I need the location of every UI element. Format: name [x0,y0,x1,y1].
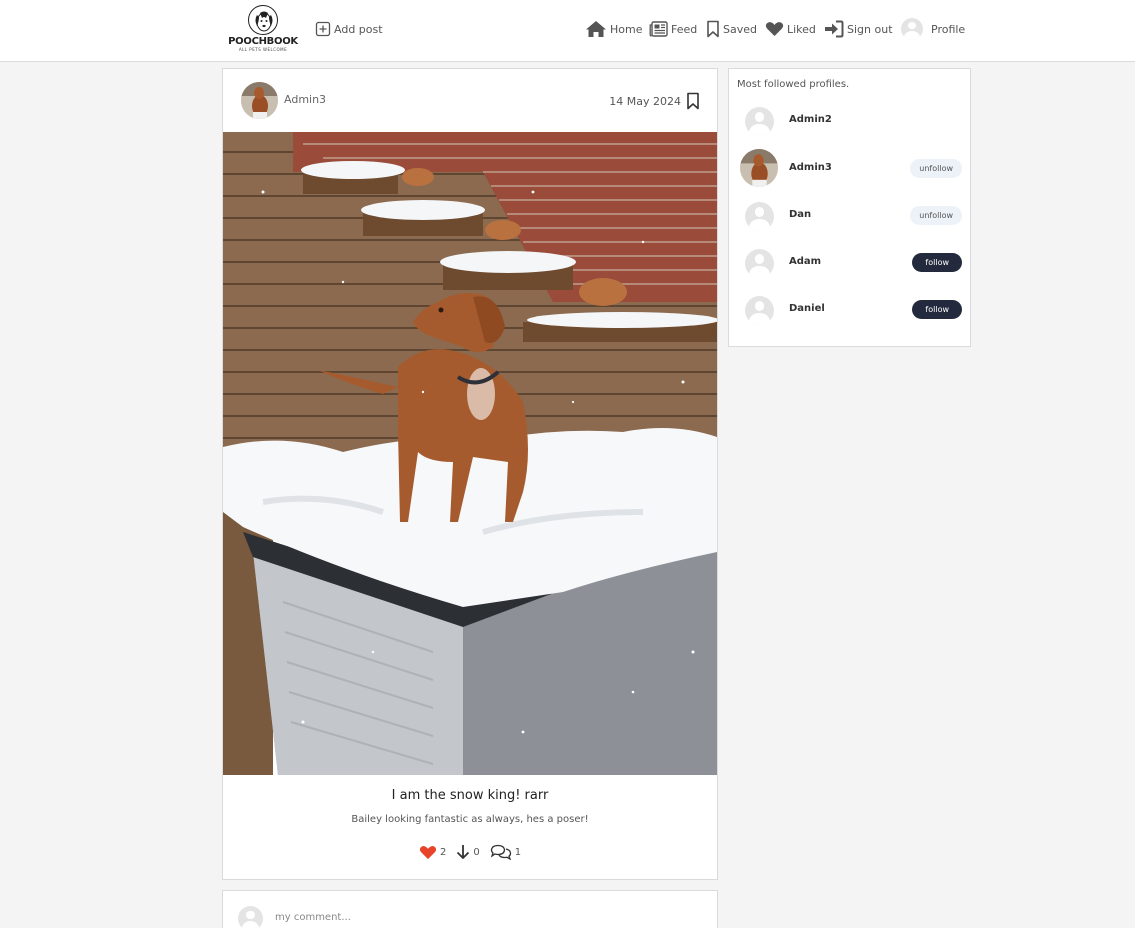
profile-avatar[interactable] [740,149,778,187]
downvotes-count: 0 [473,846,480,858]
profile-name[interactable]: Daniel [789,303,825,314]
post-card: Admin3 14 May 2024 I am the snow king! r… [222,68,718,880]
arrow-down-icon [457,845,470,859]
heart-icon [765,22,784,36]
unfollow-button[interactable]: unfollow [910,159,962,178]
downvote-button[interactable]: 0 [456,844,480,860]
newspaper-icon [649,21,668,37]
nav-liked-label: Liked [787,22,816,36]
home-icon [586,21,606,37]
follow-button[interactable]: follow [912,253,962,272]
profile-name[interactable]: Dan [789,209,811,220]
profile-avatar[interactable] [745,107,774,136]
profile-avatar[interactable] [745,296,774,325]
plus-square-icon [315,21,331,37]
post-date: 14 May 2024 [609,95,681,108]
nav-saved-label: Saved [723,22,757,36]
nav-home[interactable]: Home [585,18,642,40]
post-title: I am the snow king! rarr [391,788,549,803]
nav-sign-out[interactable]: Sign out [824,18,893,40]
profile-row: Dan unfollow [729,196,970,236]
nav-add-post-label: Add post [334,22,383,36]
comments-icon [490,844,511,860]
nav-profile-label: Profile [931,22,966,36]
likes-count: 2 [439,846,447,858]
nav-home-label: Home [610,22,643,36]
post-owner-name[interactable]: Admin3 [284,93,326,106]
most-followed-profiles: Most followed profiles. Admin2 Admin3 un… [728,68,971,347]
profile-avatar[interactable] [745,249,774,278]
nav-feed[interactable]: Feed [649,18,697,40]
profile-name[interactable]: Admin2 [789,114,832,125]
heart-icon [419,845,437,859]
bookmark-icon[interactable] [686,92,700,110]
bookmark-icon [707,20,719,38]
post-owner-avatar[interactable] [241,82,278,119]
profile-name[interactable]: Adam [789,256,821,267]
profile-row: Admin3 unfollow [729,149,970,189]
like-button[interactable]: 2 [419,845,446,860]
unfollow-button[interactable]: unfollow [910,206,962,225]
profile-avatar [901,18,923,40]
comment-input[interactable] [275,907,695,927]
brand-logo[interactable]: POOCHBOOK ALL PETS WELCOME [225,5,301,53]
comments-button[interactable]: 1 [490,844,521,860]
comments-count: 1 [514,846,522,858]
profiles-title: Most followed profiles. [737,79,850,90]
nav-feed-label: Feed [671,22,698,36]
profile-name[interactable]: Admin3 [789,162,832,173]
profile-row: Admin2 [729,101,970,141]
comment-form [222,890,718,928]
dog-logo-icon [248,5,278,35]
brand-name: POOCHBOOK [228,36,298,47]
nav-sign-out-label: Sign out [847,22,893,36]
brand-tagline: ALL PETS WELCOME [238,47,288,52]
nav-add-post[interactable]: Add post [315,18,383,40]
profile-avatar[interactable] [745,202,774,231]
nav-liked[interactable]: Liked [765,18,816,40]
nav-profile[interactable]: Profile [901,18,965,40]
comment-avatar [238,906,263,928]
navbar: POOCHBOOK ALL PETS WELCOME Add post Home… [0,0,1135,62]
profile-row: Adam follow [729,243,970,283]
nav-saved[interactable]: Saved [706,18,757,40]
follow-button[interactable]: follow [912,300,962,319]
post-actions: 2 0 1 [223,844,717,860]
post-image[interactable] [223,132,717,775]
profile-row: Daniel follow [729,290,970,330]
post-content: Bailey looking fantastic as always, hes … [351,814,589,825]
sign-in-arrow-icon [825,20,844,38]
